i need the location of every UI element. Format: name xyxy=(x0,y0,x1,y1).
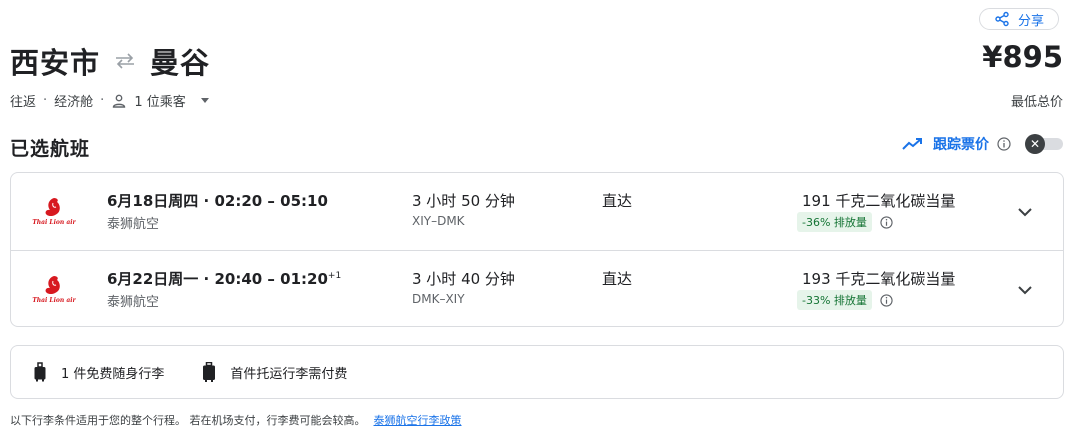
airline-name: 泰狮航空 xyxy=(107,295,160,310)
emission-badge: -33% 排放量 xyxy=(797,290,872,310)
close-icon: ✕ xyxy=(1025,134,1045,154)
chevron-down-icon[interactable] xyxy=(1014,279,1036,301)
flight-stops: 直达 xyxy=(602,270,633,288)
passenger-count[interactable]: 1 位乘客 xyxy=(134,91,185,110)
share-label: 分享 xyxy=(1017,13,1044,29)
share-icon xyxy=(995,11,1009,27)
thai-lion-air-logo: Thai Lion air xyxy=(32,276,77,304)
flight-times: 6月18日周四 · 02:20 – 05:10 xyxy=(107,190,328,211)
carry-on-bag: 1 件免费随身行李 xyxy=(33,362,164,382)
flight-duration: 3 小时 40 分钟 xyxy=(412,270,515,288)
track-prices-toggle[interactable]: ✕ xyxy=(1025,134,1063,154)
co2-emissions: 191 千克二氧化碳当量 xyxy=(802,192,956,210)
separator-dot: · xyxy=(43,93,48,108)
selected-flights-card: Thai Lion air 6月18日周四 · 02:20 – 05:10 泰狮… xyxy=(10,172,1064,327)
info-icon[interactable] xyxy=(880,215,893,229)
carry-on-label: 1 件免费随身行李 xyxy=(61,366,165,382)
destination-city: 曼谷 xyxy=(150,46,211,80)
flight-time-range: 6月18日周四 · 02:20 – 05:10 xyxy=(107,192,328,210)
chevron-down-icon[interactable] xyxy=(1014,201,1036,223)
separator-dot: · xyxy=(100,93,105,108)
svg-text:Thai Lion air: Thai Lion air xyxy=(32,297,76,304)
checked-bag: 首件托运行李需付费 xyxy=(202,362,347,382)
flight-stops: 直达 xyxy=(602,192,633,210)
cabin-class[interactable]: 经济舱 xyxy=(54,91,93,110)
origin-city: 西安市 xyxy=(10,46,101,80)
emission-info: -33% 排放量 xyxy=(797,290,893,310)
flight-row[interactable]: Thai Lion air 6月18日周四 · 02:20 – 05:10 泰狮… xyxy=(11,173,1063,250)
chevron-down-icon[interactable] xyxy=(200,98,209,103)
checked-bag-icon xyxy=(203,362,216,382)
info-icon[interactable] xyxy=(880,293,893,307)
emission-info: -36% 排放量 xyxy=(797,212,893,232)
person-icon xyxy=(113,94,126,108)
thai-lion-air-logo: Thai Lion air xyxy=(32,198,77,226)
svg-text:Thai Lion air: Thai Lion air xyxy=(32,219,76,226)
route-title: 西安市 曼谷 xyxy=(10,40,210,82)
day-offset: +1 xyxy=(327,271,342,281)
trip-options: 往返 · 经济舱 · 1 位乘客 xyxy=(10,91,209,110)
trend-icon xyxy=(902,138,922,150)
flight-times: 6月22日周一 · 20:40 – 01:20+1 xyxy=(107,268,341,289)
track-prices-label[interactable]: 跟踪票价 xyxy=(933,134,989,154)
info-icon[interactable] xyxy=(997,137,1011,151)
checked-bag-label: 首件托运行李需付费 xyxy=(230,366,348,382)
trip-type[interactable]: 往返 xyxy=(10,91,36,110)
baggage-card: 1 件免费随身行李 首件托运行李需付费 xyxy=(10,345,1064,399)
flight-airports: XIY–DMK xyxy=(412,214,465,228)
footnote-text: 以下行李条件适用于您的整个行程。 若在机场支付，行李费可能会较高。 xyxy=(10,414,366,427)
share-button[interactable]: 分享 xyxy=(979,8,1059,30)
airline-name: 泰狮航空 xyxy=(107,217,160,232)
flight-airports: DMK–XIY xyxy=(412,292,465,306)
emission-badge: -36% 排放量 xyxy=(797,212,872,232)
round-trip-arrows-icon xyxy=(116,53,135,69)
co2-emissions: 193 千克二氧化碳当量 xyxy=(802,270,956,288)
baggage-policy-link[interactable]: 泰狮航空行李政策 xyxy=(374,414,462,427)
track-prices[interactable]: 跟踪票价 ✕ xyxy=(901,134,1063,154)
price-label: 最低总价 xyxy=(1010,95,1063,110)
total-price: ¥895 xyxy=(982,40,1063,74)
flight-row[interactable]: Thai Lion air 6月22日周一 · 20:40 – 01:20+1 … xyxy=(11,250,1063,326)
flight-time-range: 6月22日周一 · 20:40 – 01:20 xyxy=(107,270,328,288)
flight-duration: 3 小时 50 分钟 xyxy=(412,192,515,210)
carry-on-bag-icon xyxy=(34,362,46,382)
baggage-footnote: 以下行李条件适用于您的整个行程。 若在机场支付，行李费可能会较高。 泰狮航空行李政… xyxy=(10,412,462,428)
section-title: 已选航班 xyxy=(10,138,91,160)
